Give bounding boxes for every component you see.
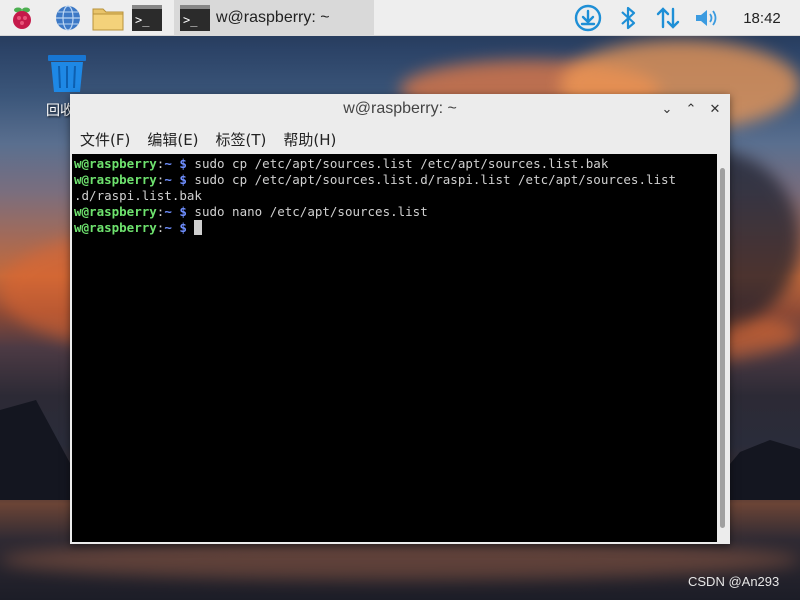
taskbar: >_ >_ w@raspberry: ~ 18:42 bbox=[0, 0, 800, 36]
menu-file[interactable]: 文件(F) bbox=[80, 129, 130, 150]
terminal-scrollbar[interactable] bbox=[717, 154, 728, 542]
bluetooth-icon[interactable] bbox=[614, 4, 642, 32]
terminal-icon: >_ bbox=[180, 5, 210, 31]
taskbar-window-button[interactable]: >_ w@raspberry: ~ bbox=[174, 0, 374, 36]
terminal-line: w@raspberry:~ $ bbox=[74, 220, 715, 236]
folder-icon[interactable] bbox=[92, 4, 124, 32]
prompt-path: ~ $ bbox=[164, 220, 187, 235]
volume-icon[interactable] bbox=[693, 4, 721, 32]
taskbar-window-label: w@raspberry: ~ bbox=[216, 9, 330, 26]
terminal-line: w@raspberry:~ $ sudo cp /etc/apt/sources… bbox=[74, 156, 715, 172]
prompt-path: ~ $ bbox=[164, 172, 187, 187]
prompt-path: ~ $ bbox=[164, 156, 187, 171]
trash-icon bbox=[48, 55, 86, 92]
terminal-output[interactable]: w@raspberry:~ $ sudo cp /etc/apt/sources… bbox=[72, 154, 717, 542]
menu-edit[interactable]: 编辑(E) bbox=[147, 129, 198, 150]
command-text: sudo nano /etc/apt/sources.list bbox=[186, 204, 428, 219]
command-wrap-text: .d/raspi.list.bak bbox=[74, 188, 202, 203]
prompt-user: w@raspberry bbox=[74, 156, 157, 171]
watermark: CSDN @An293 bbox=[688, 574, 780, 589]
terminal-icon: >_ bbox=[132, 5, 162, 31]
prompt-user: w@raspberry bbox=[74, 204, 157, 219]
window-titlebar[interactable]: w@raspberry: ~ ⌄ ⌃ ✕ bbox=[70, 94, 730, 124]
command-text: sudo cp /etc/apt/sources.list.d/raspi.li… bbox=[186, 172, 677, 187]
maximize-button[interactable]: ⌃ bbox=[682, 100, 700, 118]
prompt-path: ~ $ bbox=[164, 204, 187, 219]
minimize-button[interactable]: ⌄ bbox=[658, 100, 676, 118]
command-text: sudo cp /etc/apt/sources.list /etc/apt/s… bbox=[186, 156, 609, 171]
desktop-trash[interactable]: 回收 bbox=[44, 50, 96, 119]
terminal-line: .d/raspi.list.bak bbox=[74, 188, 715, 204]
clock[interactable]: 18:42 bbox=[730, 0, 794, 36]
menu-help[interactable]: 帮助(H) bbox=[283, 129, 336, 150]
menubar: 文件(F) 编辑(E) 标签(T) 帮助(H) bbox=[70, 126, 730, 152]
terminal-launcher[interactable]: >_ bbox=[130, 4, 164, 32]
raspberry-icon[interactable] bbox=[8, 4, 36, 32]
globe-icon[interactable] bbox=[54, 4, 82, 32]
network-arrows-icon[interactable] bbox=[654, 4, 682, 32]
prompt-user: w@raspberry bbox=[74, 172, 157, 187]
prompt-user: w@raspberry bbox=[74, 220, 157, 235]
menu-tabs[interactable]: 标签(T) bbox=[216, 129, 267, 150]
terminal-line: w@raspberry:~ $ sudo nano /etc/apt/sourc… bbox=[74, 204, 715, 220]
scrollbar-thumb[interactable] bbox=[720, 168, 725, 528]
text-cursor bbox=[194, 220, 203, 235]
download-icon[interactable] bbox=[574, 4, 602, 32]
terminal-window: w@raspberry: ~ ⌄ ⌃ ✕ 文件(F) 编辑(E) 标签(T) 帮… bbox=[70, 94, 730, 544]
terminal-line: w@raspberry:~ $ sudo cp /etc/apt/sources… bbox=[74, 172, 715, 188]
close-button[interactable]: ✕ bbox=[706, 100, 724, 118]
window-title: w@raspberry: ~ bbox=[343, 100, 457, 117]
